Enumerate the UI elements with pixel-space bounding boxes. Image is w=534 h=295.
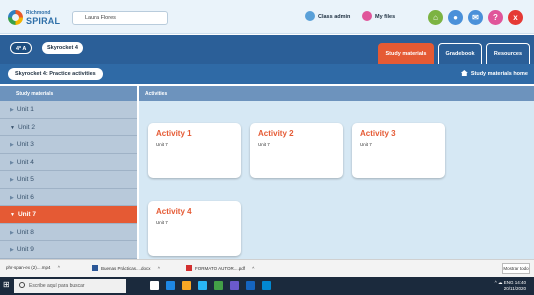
chevron-right-icon: ▶ — [10, 229, 14, 236]
sidebar-item-unit-5[interactable]: ▶ Unit 5 — [0, 171, 137, 189]
taskbar-search-placeholder: Escribe aquí para buscar — [29, 283, 85, 289]
header-bar: 4º A Skyrocket 4 Study materials Gradebo… — [0, 35, 534, 64]
word-file-icon — [92, 265, 98, 271]
chevron-up-icon[interactable]: ^ — [252, 266, 254, 271]
sidebar: Study materials ▶ Unit 1 ▼ Unit 2 ▶ Unit 3 … — [0, 86, 137, 259]
activity-unit: Unit 7 — [258, 142, 270, 147]
activity-unit: Unit 7 — [156, 220, 168, 225]
activity-title: Activity 1 — [156, 129, 192, 138]
clock-date: 20/11/2020 — [503, 286, 526, 291]
spiral-logo-icon — [8, 10, 23, 25]
class-admin-icon — [305, 11, 315, 21]
activity-card-4[interactable]: Activity 4 Unit 7 — [148, 201, 241, 256]
logo-big-text: SPIRAL — [26, 16, 61, 26]
task-view-icon[interactable] — [150, 281, 159, 290]
edge-icon[interactable] — [166, 281, 175, 290]
messages-icon[interactable]: ✉ — [468, 10, 483, 25]
show-all-downloads-button[interactable]: Mostrar todo — [502, 263, 530, 274]
tab-resources[interactable]: Resources — [486, 43, 530, 64]
download-label: phr-span-ex (2)....mp4 — [6, 265, 51, 270]
download-item-mp4[interactable]: phr-span-ex (2)....mp4 ^ — [6, 265, 60, 270]
chevron-down-icon: ▼ — [10, 124, 15, 131]
taskbar-search-input[interactable]: Escribe aquí para buscar — [14, 279, 126, 293]
help-icon[interactable]: ? — [488, 10, 503, 25]
class-selector[interactable]: 4º A — [10, 42, 33, 54]
outlook-icon[interactable] — [262, 281, 271, 290]
home-icon[interactable]: ⌂ — [428, 10, 443, 25]
user-name-box[interactable]: Laura Flores — [72, 11, 168, 25]
chevron-up-icon[interactable]: ^ — [58, 265, 60, 270]
my-files-icon — [362, 11, 372, 21]
unit-label: Unit 3 — [16, 141, 34, 148]
tab-gradebook[interactable]: Gradebook — [438, 43, 482, 64]
activity-title: Activity 3 — [360, 129, 396, 138]
chrome-icon[interactable] — [214, 281, 223, 290]
sidebar-item-unit-2[interactable]: ▼ Unit 2 — [0, 118, 137, 136]
richmond-spiral-logo[interactable]: Richmond SPIRAL — [8, 9, 66, 27]
tray-indicators: ^ ☁ ENG — [494, 280, 514, 285]
activity-title: Activity 4 — [156, 207, 192, 216]
house-icon — [460, 70, 468, 76]
study-materials-home-link[interactable]: Study materials home — [460, 70, 528, 77]
unit-label: Unit 7 — [17, 211, 37, 218]
download-item-docx[interactable]: Buenas Prácticas....docx ^ — [92, 265, 160, 271]
downloads-bar: phr-span-ex (2)....mp4 ^ Buenas Práctica… — [0, 259, 534, 277]
close-icon[interactable]: x — [508, 10, 523, 25]
activity-card-3[interactable]: Activity 3 Unit 7 — [352, 123, 445, 178]
chevron-right-icon: ▶ — [10, 194, 14, 201]
sidebar-item-unit-8[interactable]: ▶ Unit 8 — [0, 223, 137, 241]
download-label: Buenas Prácticas....docx — [101, 266, 151, 271]
sidebar-item-unit-4[interactable]: ▶ Unit 4 — [0, 153, 137, 171]
activity-unit: Unit 7 — [156, 142, 168, 147]
top-bar: Richmond SPIRAL Laura Flores Class admin… — [0, 0, 534, 34]
file-explorer-icon[interactable] — [182, 281, 191, 290]
book-selector[interactable]: Skyrocket 4 — [42, 42, 83, 54]
sidebar-item-unit-3[interactable]: ▶ Unit 3 — [0, 136, 137, 154]
chevron-right-icon: ▶ — [10, 107, 14, 113]
activities-heading: Activities — [139, 86, 534, 101]
unit-label: Unit 2 — [17, 123, 35, 131]
activities-panel: Activities Activity 1 Unit 7 Activity 2 … — [139, 86, 534, 259]
activity-title: Activity 2 — [258, 129, 294, 138]
unit-label: Unit 8 — [16, 228, 34, 236]
windows-start-icon[interactable]: ⊞ — [3, 280, 13, 290]
sidebar-item-unit-9[interactable]: ▶ Unit 9 — [0, 241, 137, 259]
clock-time: 14:40 — [514, 280, 526, 285]
sidebar-item-unit-7[interactable]: ▼ Unit 7 — [0, 206, 137, 224]
tab-study-materials[interactable]: Study materials — [378, 43, 434, 64]
sidebar-item-unit-1[interactable]: ▶ Unit 1 — [0, 101, 137, 119]
search-icon — [19, 282, 25, 288]
unit-label: Unit 4 — [16, 158, 34, 166]
sidebar-heading: Study materials — [0, 86, 137, 101]
activity-unit: Unit 7 — [360, 142, 372, 147]
windows-taskbar: ⊞ Escribe aquí para buscar ^ ☁ ENG 14:40… — [0, 277, 534, 295]
pdf-file-icon — [186, 265, 192, 271]
unit-label: Unit 9 — [16, 246, 34, 253]
chevron-down-icon: ▼ — [10, 212, 15, 218]
class-admin-link[interactable]: Class admin — [318, 14, 350, 20]
chevron-right-icon: ▶ — [10, 159, 14, 166]
word-icon[interactable] — [246, 281, 255, 290]
system-tray[interactable]: ^ ☁ ENG 14:40 20/11/2020 — [495, 280, 526, 292]
teams-icon[interactable] — [230, 281, 239, 290]
store-icon[interactable] — [198, 281, 207, 290]
unit-label: Unit 5 — [16, 176, 34, 183]
download-label: FORMATO AUTOR....pdf — [195, 266, 246, 271]
activity-card-1[interactable]: Activity 1 Unit 7 — [148, 123, 241, 178]
sub-bar: Skyrocket 4: Practice activities Study m… — [0, 64, 534, 84]
chevron-right-icon: ▶ — [10, 247, 14, 253]
download-item-pdf[interactable]: FORMATO AUTOR....pdf ^ — [186, 265, 254, 271]
profile-icon[interactable]: ● — [448, 10, 463, 25]
study-materials-home-label: Study materials home — [470, 71, 528, 77]
activity-card-2[interactable]: Activity 2 Unit 7 — [250, 123, 343, 178]
sidebar-item-unit-6[interactable]: ▶ Unit 6 — [0, 188, 137, 206]
unit-label: Unit 6 — [16, 193, 34, 201]
chevron-right-icon: ▶ — [10, 177, 14, 183]
chevron-right-icon: ▶ — [10, 142, 14, 148]
chevron-up-icon[interactable]: ^ — [158, 266, 160, 271]
unit-label: Unit 1 — [16, 106, 34, 113]
breadcrumb[interactable]: Skyrocket 4: Practice activities — [8, 68, 103, 80]
my-files-link[interactable]: My files — [375, 14, 395, 20]
